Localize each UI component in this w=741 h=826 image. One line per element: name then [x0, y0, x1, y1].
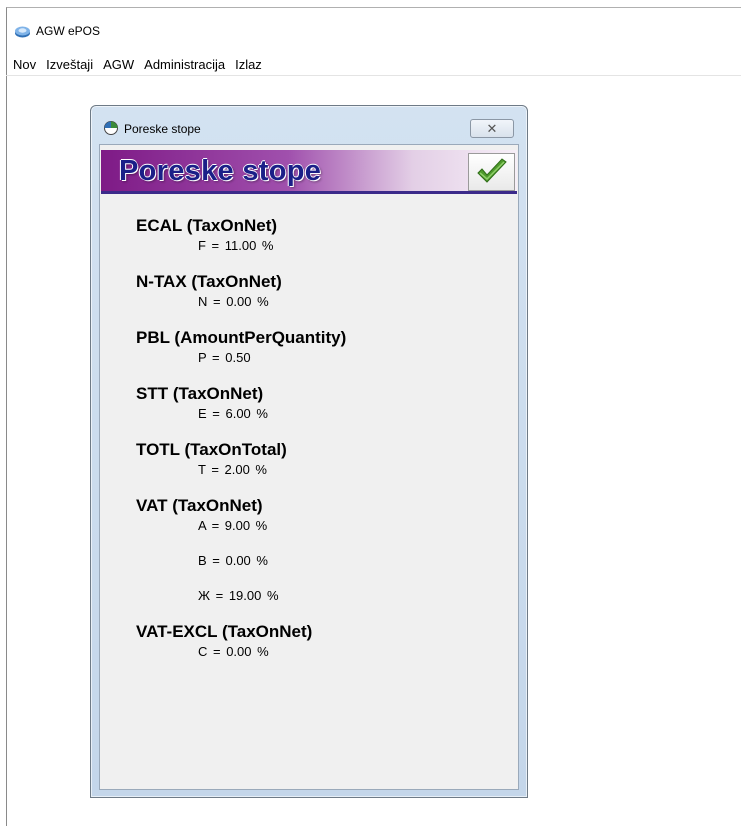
tax-group: N-TAX (TaxOnNet) N = 0.00 %: [136, 271, 516, 311]
menu-item-izvestaji[interactable]: Izveštaji: [41, 54, 98, 76]
menu-item-administracija[interactable]: Administracija: [139, 54, 230, 76]
tax-rate-value: Ж = 19.00 %: [198, 588, 279, 603]
tax-rate-value: T = 2.00 %: [198, 462, 267, 477]
dialog-content: Poreske stope ECAL (TaxOnNet) F = 11.00 %…: [99, 144, 519, 790]
close-button[interactable]: ✕: [470, 119, 514, 138]
header-band: Poreske stope: [101, 150, 517, 194]
tax-group: ECAL (TaxOnNet) F = 11.00 %: [136, 215, 516, 255]
page-title: Poreske stope: [119, 155, 322, 187]
tax-name: VAT (TaxOnNet): [136, 496, 263, 515]
tax-name: STT (TaxOnNet): [136, 384, 264, 403]
tax-group: STT (TaxOnNet) E = 6.00 %: [136, 383, 516, 423]
tax-rate-value: F = 11.00 %: [198, 238, 274, 253]
tax-rate-value: P = 0.50: [198, 350, 251, 365]
dialog-title: Poreske stope: [124, 122, 201, 136]
tax-rate-value: N = 0.00 %: [198, 294, 269, 309]
tax-name: PBL (AmountPerQuantity): [136, 328, 347, 347]
close-icon: ✕: [486, 121, 498, 136]
checkmark-icon: [476, 158, 507, 183]
app-disc-icon: [15, 26, 30, 37]
tax-rate-list: ECAL (TaxOnNet) F = 11.00 % N-TAX (TaxOnNe…: [136, 215, 516, 677]
tax-name: N-TAX (TaxOnNet): [136, 272, 282, 291]
menu-item-agw[interactable]: AGW: [98, 54, 139, 76]
tax-rate-value: C = 0.00 %: [198, 644, 269, 659]
tax-name: TOTL (TaxOnTotal): [136, 440, 287, 459]
tax-name: VAT-EXCL (TaxOnNet): [136, 622, 313, 641]
menu-bar: Nov Izveštaji AGW Administracija Izlaz: [6, 54, 741, 76]
dialog-app-icon: [104, 121, 118, 135]
menu-item-izlaz[interactable]: Izlaz: [230, 54, 267, 76]
app-titlebar: AGW ePOS: [14, 20, 100, 42]
tax-rates-dialog: Poreske stope ✕ Poreske stope ECAL (TaxO…: [90, 105, 528, 798]
tax-rate-value: E = 6.00 %: [198, 406, 268, 421]
app-title: AGW ePOS: [36, 24, 101, 38]
dialog-titlebar[interactable]: Poreske stope ✕: [91, 106, 527, 142]
tax-group: PBL (AmountPerQuantity) P = 0.50: [136, 327, 516, 367]
confirm-button[interactable]: [468, 153, 515, 191]
tax-group: TOTL (TaxOnTotal) T = 2.00 %: [136, 439, 516, 479]
tax-rate-value: A = 9.00 %: [198, 518, 268, 533]
menu-item-nov[interactable]: Nov: [8, 54, 41, 76]
tax-group: VAT (TaxOnNet) A = 9.00 % B = 0.00 % Ж = 19…: [136, 495, 516, 605]
tax-name: ECAL (TaxOnNet): [136, 216, 278, 235]
tax-rate-value: B = 0.00 %: [198, 553, 268, 568]
tax-group: VAT-EXCL (TaxOnNet) C = 0.00 %: [136, 621, 516, 661]
